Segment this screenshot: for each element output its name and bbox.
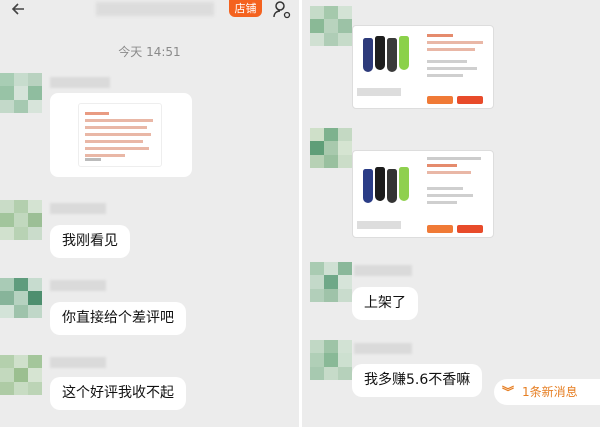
socks-image [361, 34, 419, 84]
sender-name-blurred [354, 343, 412, 354]
product-screenshot-image[interactable] [352, 150, 494, 238]
sender-name-blurred [50, 77, 110, 88]
contact-avatar[interactable] [310, 6, 352, 46]
contact-avatar[interactable] [310, 262, 352, 302]
right-chat-pane: 上架了 我多赚5.6不香嘛 [302, 0, 600, 427]
back-arrow-icon[interactable] [10, 0, 26, 20]
contact-avatar[interactable] [310, 340, 352, 380]
message-bubble[interactable]: 我刚看见 [50, 225, 130, 258]
shop-button[interactable]: 店铺 [229, 0, 262, 17]
contact-avatar[interactable] [0, 73, 42, 113]
left-chat-pane: 店铺 今天 14:51 我刚看见 你直接给个差评吧 这个好评我收不起 [0, 0, 299, 427]
double-chevron-down-icon: ︾ [502, 385, 515, 399]
screenshot-thumbnail [78, 103, 162, 167]
new-message-indicator[interactable]: ︾ 1条新消息 [494, 379, 600, 405]
user-settings-icon[interactable] [272, 0, 292, 20]
sender-name-blurred [50, 280, 106, 291]
message-bubble[interactable]: 这个好评我收不起 [50, 377, 186, 410]
new-message-label: 1条新消息 [522, 385, 578, 399]
contact-avatar[interactable] [310, 128, 352, 168]
contact-avatar[interactable] [0, 355, 42, 395]
message-bubble[interactable]: 你直接给个差评吧 [50, 302, 186, 335]
sender-name-blurred [50, 357, 106, 368]
message-timestamp: 今天 14:51 [118, 45, 181, 59]
sender-name-blurred [50, 203, 106, 214]
sender-name-blurred [354, 265, 412, 276]
chat-title-blurred [96, 2, 214, 16]
contact-avatar[interactable] [0, 278, 42, 318]
socks-image [361, 165, 419, 215]
product-screenshot-image[interactable] [352, 25, 494, 109]
message-bubble[interactable]: 我多赚5.6不香嘛 [352, 364, 483, 397]
image-message-card[interactable] [50, 93, 192, 177]
contact-avatar[interactable] [0, 200, 42, 240]
message-bubble[interactable]: 上架了 [352, 287, 418, 320]
